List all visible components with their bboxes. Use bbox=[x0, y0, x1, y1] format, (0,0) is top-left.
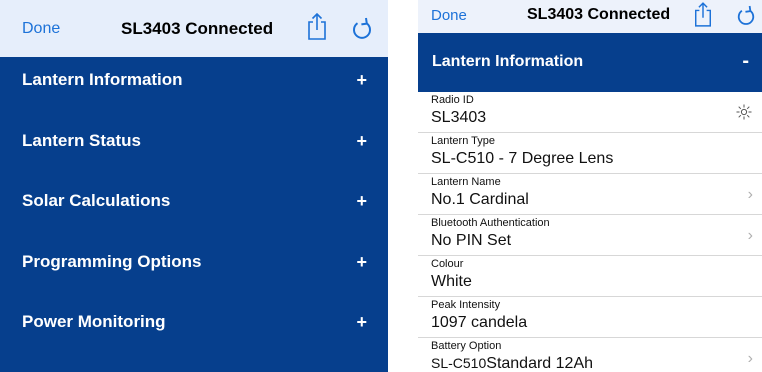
row-label: Peak Intensity bbox=[431, 299, 501, 311]
row-lantern-type: Lantern Type SL-C510 - 7 Degree Lens bbox=[418, 133, 762, 174]
section-label: Power Monitoring bbox=[22, 312, 166, 331]
section-lantern-information[interactable]: Lantern Information - bbox=[418, 33, 762, 92]
chevron-right-icon: › bbox=[747, 227, 753, 244]
refresh-icon[interactable] bbox=[736, 5, 756, 32]
section-label: Programming Options bbox=[22, 251, 202, 271]
row-bluetooth-authentication[interactable]: Bluetooth Authentication No PIN Set › bbox=[418, 215, 762, 256]
refresh-icon[interactable] bbox=[351, 17, 373, 46]
expand-plus-icon[interactable]: + bbox=[356, 191, 367, 212]
section-lantern-status[interactable]: Lantern Status + bbox=[0, 118, 388, 179]
row-value-main: Standard 12Ah bbox=[486, 355, 594, 372]
row-colour: Colour White bbox=[418, 256, 762, 297]
lantern-information-screen: Done SL3403 Connected Lantern Informatio… bbox=[418, 0, 762, 372]
row-peak-intensity: Peak Intensity 1097 candela bbox=[418, 297, 762, 338]
section-programming-options[interactable]: Programming Options + bbox=[0, 239, 388, 300]
done-button[interactable]: Done bbox=[431, 7, 467, 24]
section-label: Lantern Information bbox=[432, 53, 584, 70]
row-battery-option[interactable]: Battery Option SL-C510Standard 12Ah › bbox=[418, 338, 762, 372]
row-label: Lantern Type bbox=[431, 135, 496, 147]
row-value: 1097 candela bbox=[431, 314, 528, 331]
row-label: Bluetooth Authentication bbox=[431, 217, 550, 229]
row-value-prefix: SL-C510 bbox=[431, 355, 487, 371]
row-label: Battery Option bbox=[431, 340, 502, 352]
section-list: Lantern Information + Lantern Status + S… bbox=[0, 57, 388, 372]
row-value: No.1 Cardinal bbox=[431, 191, 529, 208]
row-value: White bbox=[431, 273, 472, 290]
sun-icon[interactable] bbox=[736, 104, 752, 125]
section-label: Lantern Information bbox=[22, 70, 183, 89]
section-lantern-information[interactable]: Lantern Information + bbox=[0, 57, 388, 118]
expand-plus-icon[interactable]: + bbox=[356, 312, 367, 333]
row-label: Radio ID bbox=[431, 94, 474, 106]
row-label: Colour bbox=[431, 258, 464, 270]
row-value: SL3403 bbox=[431, 109, 487, 126]
navigation-bar: Done SL3403 Connected bbox=[418, 0, 762, 33]
done-button[interactable]: Done bbox=[22, 20, 60, 38]
sections-screen: Done SL3403 Connected Lantern Informatio… bbox=[0, 0, 388, 372]
section-power-monitoring[interactable]: Power Monitoring + bbox=[0, 299, 388, 360]
section-label: Solar Calculations bbox=[22, 191, 171, 210]
chevron-right-icon: › bbox=[747, 350, 753, 367]
section-solar-calculations[interactable]: Solar Calculations + bbox=[0, 178, 388, 239]
share-icon[interactable] bbox=[306, 12, 328, 46]
expand-plus-icon[interactable]: + bbox=[356, 131, 367, 152]
row-value: SL-C510 - 7 Degree Lens bbox=[431, 150, 614, 167]
row-value: No PIN Set bbox=[431, 232, 512, 249]
collapse-minus-icon[interactable]: - bbox=[742, 50, 749, 73]
row-label: Lantern Name bbox=[431, 176, 501, 188]
lantern-info-list: Radio ID SL3403 Lantern Type SL-C510 - 7… bbox=[418, 92, 762, 372]
row-value: SL-C510Standard 12Ah bbox=[431, 355, 593, 372]
navigation-bar: Done SL3403 Connected bbox=[0, 0, 388, 57]
row-radio-id: Radio ID SL3403 bbox=[418, 92, 762, 133]
expand-plus-icon[interactable]: + bbox=[356, 252, 367, 273]
page-title: SL3403 Connected bbox=[121, 19, 274, 38]
expand-plus-icon[interactable]: + bbox=[356, 70, 367, 91]
page-title: SL3403 Connected bbox=[527, 6, 671, 23]
row-lantern-name[interactable]: Lantern Name No.1 Cardinal › bbox=[418, 174, 762, 215]
section-label: Lantern Status bbox=[22, 130, 142, 150]
share-icon[interactable] bbox=[693, 2, 713, 33]
chevron-right-icon: › bbox=[747, 186, 753, 203]
